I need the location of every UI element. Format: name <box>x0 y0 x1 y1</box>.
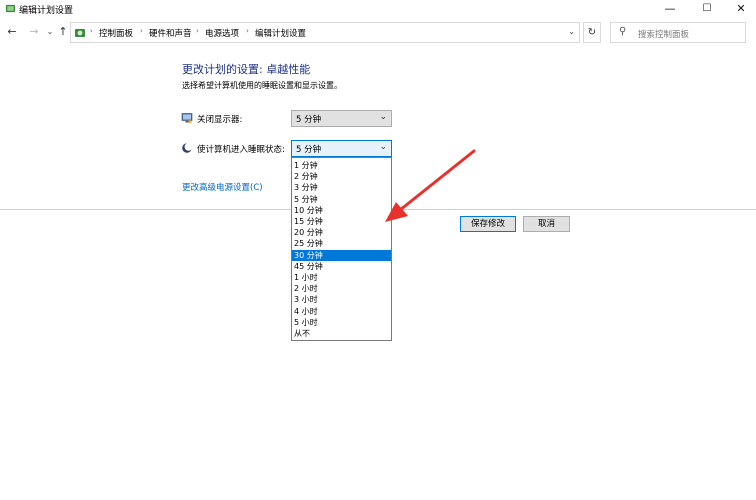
search-icon: ⚲ <box>619 26 627 37</box>
sleep-option[interactable]: 1 分钟 <box>292 160 391 171</box>
sleep-label: 使计算机进入睡眠状态: <box>197 145 285 155</box>
sleep-option[interactable]: 5 分钟 <box>292 194 391 205</box>
breadcrumb-separator: › <box>90 27 93 35</box>
address-history-dropdown[interactable]: ⌄ <box>568 27 575 36</box>
breadcrumb-separator: › <box>196 27 199 35</box>
sleep-option[interactable]: 3 小时 <box>292 294 391 305</box>
display-off-value: 5 分钟 <box>296 115 322 125</box>
chevron-down-icon: ⌄ <box>379 142 387 152</box>
save-changes-button[interactable]: 保存修改 <box>460 216 516 232</box>
display-off-label: 关闭显示器: <box>197 115 243 125</box>
display-off-select[interactable]: 5 分钟 ⌄ <box>291 110 392 127</box>
sleep-option[interactable]: 3 分钟 <box>292 182 391 193</box>
sleep-option[interactable]: 2 小时 <box>292 283 391 294</box>
sleep-option[interactable]: 45 分钟 <box>292 261 391 272</box>
breadcrumb-separator: › <box>140 27 143 35</box>
breadcrumb-control-panel[interactable]: 控制面板 <box>99 27 133 39</box>
forward-button[interactable]: → <box>27 24 41 40</box>
sleep-option[interactable]: 2 分钟 <box>292 171 391 182</box>
breadcrumb-separator: › <box>246 27 249 35</box>
sleep-option[interactable]: 15 分钟 <box>292 216 391 227</box>
sleep-option[interactable]: 20 分钟 <box>292 227 391 238</box>
sleep-value: 5 分钟 <box>296 145 322 155</box>
sleep-option[interactable]: 4 小时 <box>292 306 391 317</box>
title-bar: 编辑计划设置 — ☐ ✕ <box>0 0 756 18</box>
page-title: 更改计划的设置: 卓越性能 <box>182 63 311 76</box>
sleep-option[interactable]: 1 小时 <box>292 272 391 283</box>
minimize-button[interactable]: — <box>655 0 685 18</box>
breadcrumb-power-options[interactable]: 电源选项 <box>205 27 239 39</box>
sleep-option[interactable]: 25 分钟 <box>292 238 391 249</box>
back-button[interactable]: ← <box>5 24 19 40</box>
cancel-button[interactable]: 取消 <box>523 216 570 232</box>
sleep-option[interactable]: 从不 <box>292 328 391 339</box>
monitor-icon <box>181 113 193 124</box>
control-panel-icon <box>5 4 16 13</box>
breadcrumb-edit-plan[interactable]: 编辑计划设置 <box>255 27 306 39</box>
maximize-button[interactable]: ☐ <box>692 0 722 18</box>
window-title: 编辑计划设置 <box>19 6 74 16</box>
sleep-option[interactable]: 10 分钟 <box>292 205 391 216</box>
advanced-power-settings-link[interactable]: 更改高级电源设置(C) <box>182 181 263 193</box>
up-button[interactable]: ↑ <box>56 24 70 40</box>
search-box[interactable]: ⚲ 搜索控制面板 <box>610 22 746 43</box>
chevron-down-icon: ⌄ <box>379 112 387 122</box>
sleep-select[interactable]: 5 分钟 ⌄ <box>291 140 392 157</box>
search-input[interactable]: 搜索控制面板 <box>638 28 689 40</box>
sleep-option[interactable]: 30 分钟 <box>292 249 391 261</box>
page-description: 选择希望计算机使用的睡眠设置和显示设置。 <box>182 81 342 90</box>
close-button[interactable]: ✕ <box>726 0 756 18</box>
sleep-options-list[interactable]: 1 分钟 2 分钟 3 分钟 5 分钟 10 分钟 15 分钟 20 分钟 25 分钟 30 分… <box>291 157 392 341</box>
navigation-bar: ← → ⌄ ↑ › 控制面板 › 硬件和声音 › 电源选项 › 编辑计划设置 ⌄… <box>0 20 756 46</box>
breadcrumb-hardware-sound[interactable]: 硬件和声音 <box>149 27 192 39</box>
moon-icon <box>182 142 193 153</box>
sleep-option[interactable]: 5 小时 <box>292 317 391 328</box>
control-panel-icon <box>75 29 85 37</box>
address-bar[interactable]: › 控制面板 › 硬件和声音 › 电源选项 › 编辑计划设置 ⌄ <box>70 22 580 43</box>
recent-locations-button[interactable]: ⌄ <box>43 24 57 40</box>
refresh-button[interactable]: ↻ <box>583 22 601 43</box>
